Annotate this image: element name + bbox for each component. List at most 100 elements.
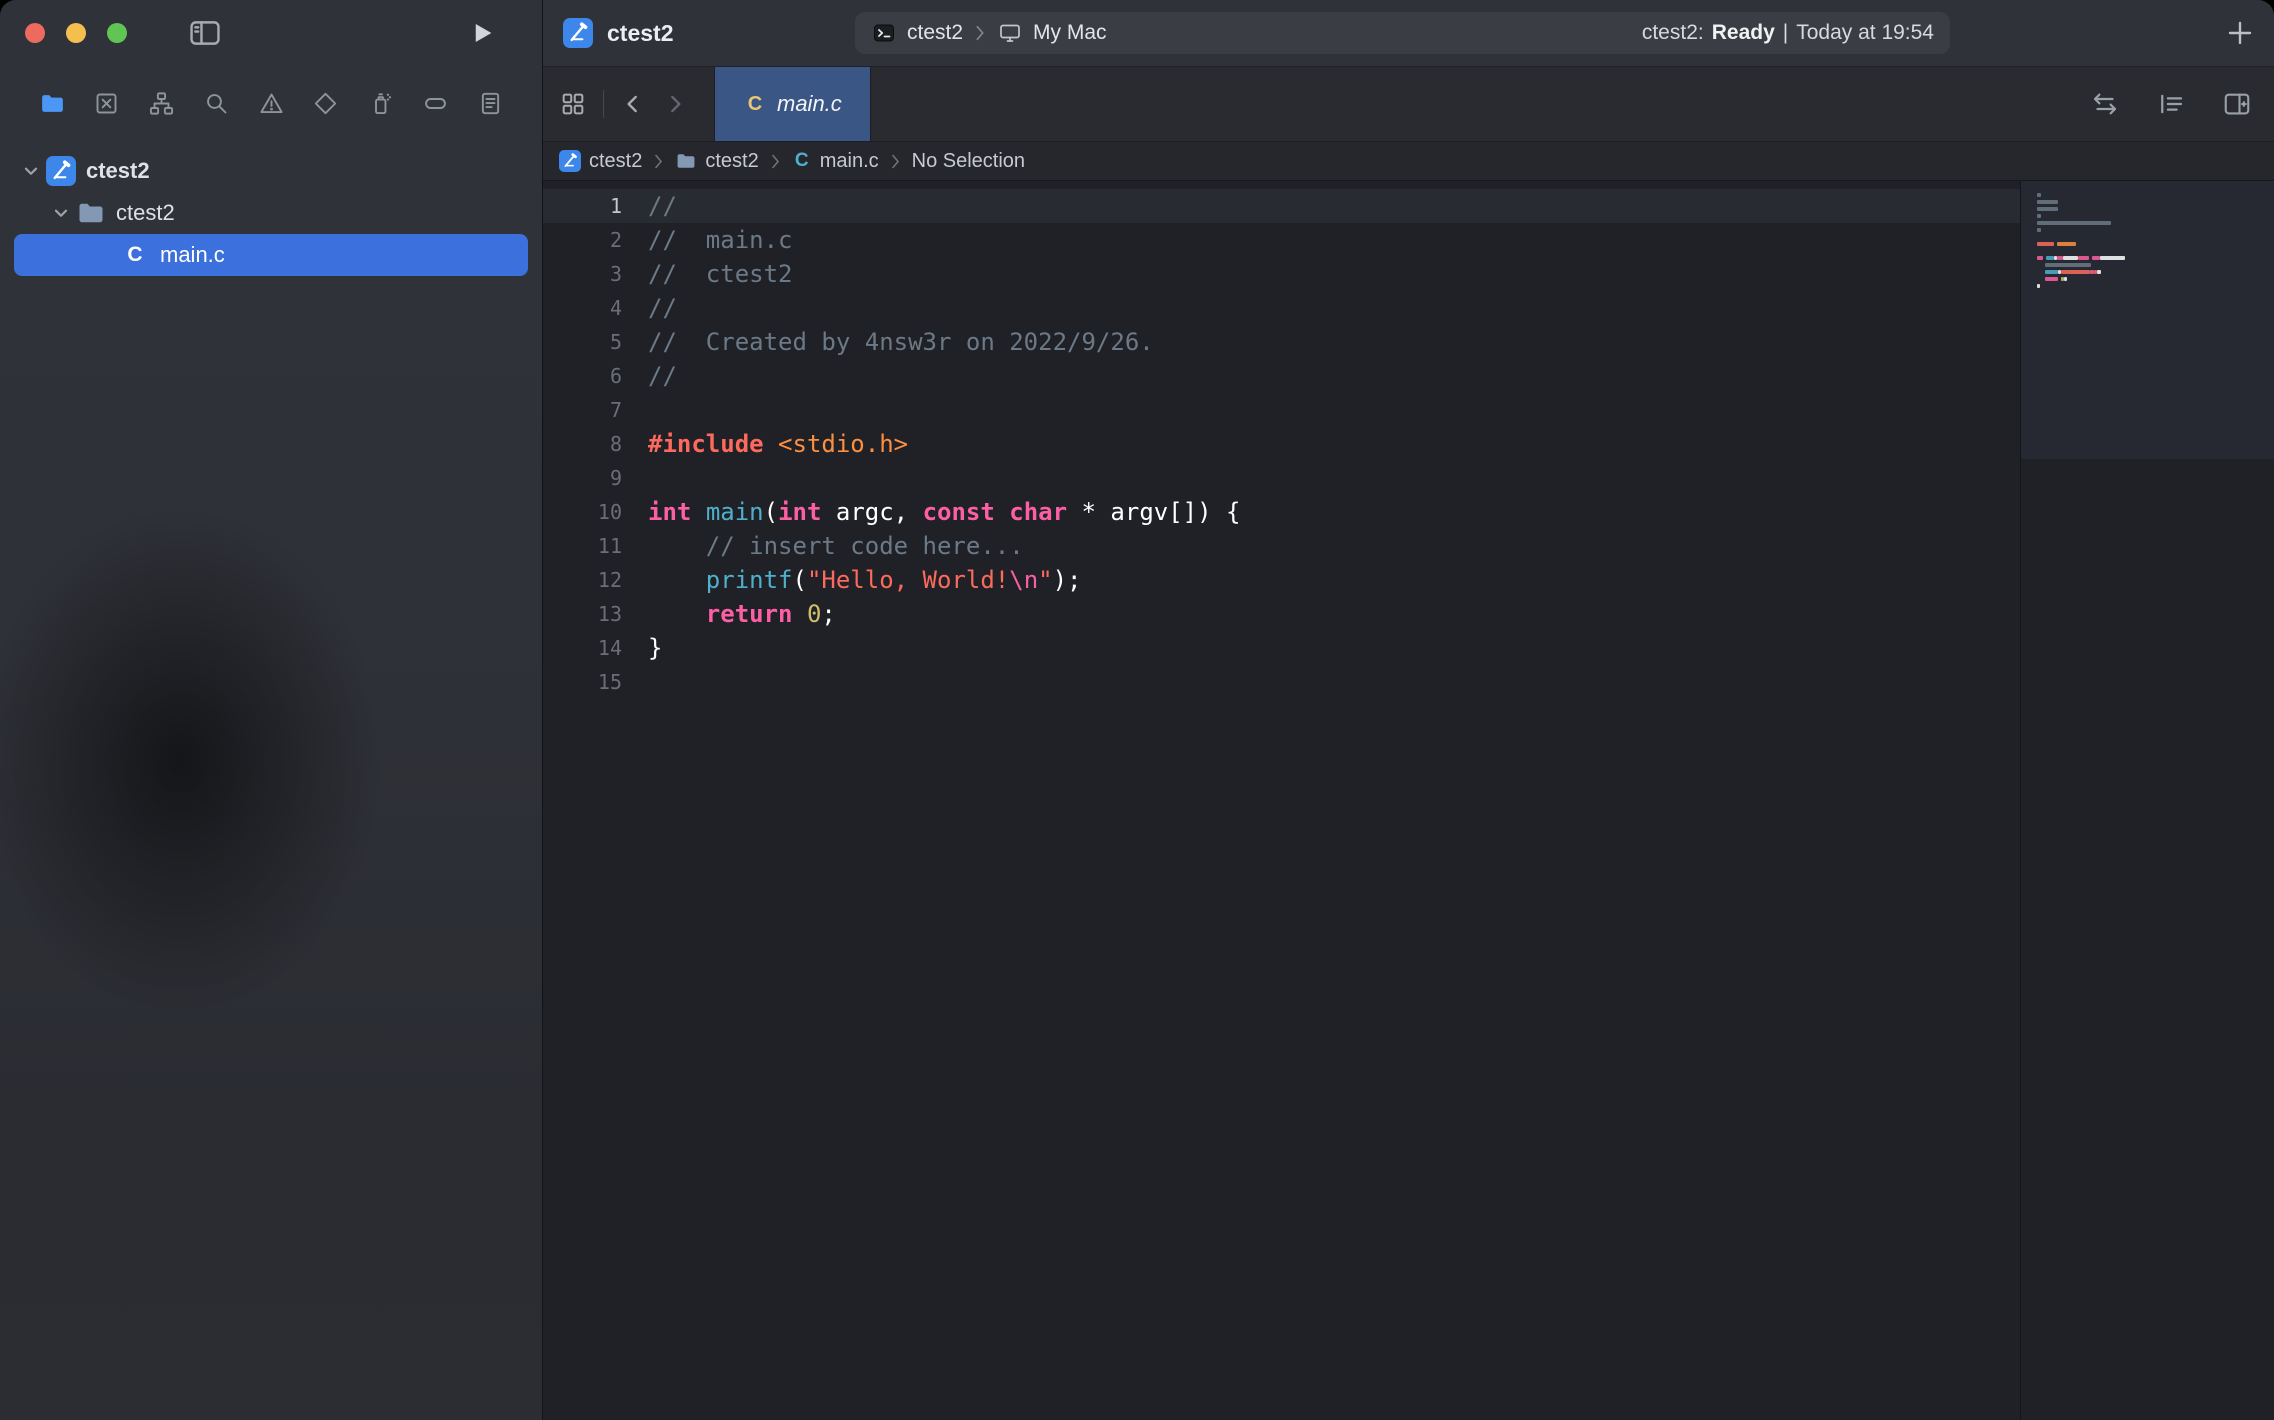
- breadcrumb-item-no-selection[interactable]: No Selection: [912, 150, 1025, 173]
- minimap[interactable]: [2020, 181, 2274, 1420]
- chevron-down-icon[interactable]: [50, 202, 76, 224]
- code-line-8[interactable]: 8#include <stdio.h>: [543, 427, 2020, 461]
- code-line-1[interactable]: 1//: [543, 189, 2020, 223]
- add-editor-split-icon[interactable]: [2222, 89, 2252, 119]
- run-button[interactable]: [467, 18, 497, 48]
- navigator-tab-source-control-navigator[interactable]: [91, 87, 123, 119]
- tree-item-label: ctest2: [116, 200, 175, 226]
- forward-chevron-icon[interactable]: [662, 91, 688, 117]
- main-area: ctest2 ctest2: [543, 0, 2274, 1420]
- minimap-line-7: [2037, 235, 2264, 239]
- code-line-text: // main.c: [622, 223, 793, 257]
- minimap-line-2: [2037, 200, 2264, 204]
- scheme-destination-label: My Mac: [1033, 21, 1107, 45]
- folder-icon: [39, 90, 66, 117]
- navigator-tab-debug-navigator[interactable]: [365, 87, 397, 119]
- activity-status[interactable]: ctest2: Ready | Today at 19:54: [1642, 21, 1934, 45]
- code-line-12[interactable]: 12 printf("Hello, World!\n");: [543, 563, 2020, 597]
- status-prefix: ctest2:: [1642, 21, 1704, 45]
- line-number[interactable]: 6: [543, 359, 622, 393]
- line-number[interactable]: 15: [543, 665, 622, 699]
- line-number[interactable]: 2: [543, 223, 622, 257]
- tab-label: main.c: [777, 91, 842, 117]
- code-line-text: // ctest2: [622, 257, 793, 291]
- scheme-selector[interactable]: ctest2 My Mac: [871, 21, 1107, 45]
- minimap-line-4: [2037, 214, 2264, 218]
- minimap-line-5: [2037, 221, 2264, 225]
- line-number[interactable]: 10: [543, 495, 622, 529]
- breadcrumb-label: ctest2: [589, 150, 642, 173]
- line-number[interactable]: 7: [543, 393, 622, 427]
- file-tree: ctest2 ctest2 Cmain.c: [0, 140, 542, 276]
- search-icon: [203, 90, 230, 117]
- code-line-10[interactable]: 10int main(int argc, const char * argv[]…: [543, 495, 2020, 529]
- code-line-9[interactable]: 9: [543, 461, 2020, 495]
- chevron-down-icon[interactable]: [20, 160, 46, 182]
- sidebar: ctest2 ctest2 Cmain.c: [0, 0, 543, 1420]
- diamond-icon: [312, 90, 339, 117]
- line-number[interactable]: 14: [543, 631, 622, 665]
- library-add-icon[interactable]: [2224, 17, 2256, 49]
- folder-icon: [76, 198, 106, 228]
- line-number[interactable]: 13: [543, 597, 622, 631]
- tree-item-main-c[interactable]: Cmain.c: [14, 234, 528, 276]
- navigator-tab-test-navigator[interactable]: [310, 87, 342, 119]
- minimap-line-11: [2037, 263, 2264, 267]
- minimize-button[interactable]: [66, 23, 86, 43]
- tree-item-ctest2[interactable]: ctest2: [0, 150, 542, 192]
- line-number[interactable]: 3: [543, 257, 622, 291]
- code-line-text: int main(int argc, const char * argv[]) …: [622, 495, 1240, 529]
- line-number[interactable]: 5: [543, 325, 622, 359]
- code-line-14[interactable]: 14}: [543, 631, 2020, 665]
- tree-item-ctest2[interactable]: ctest2: [0, 192, 542, 234]
- code-line-13[interactable]: 13 return 0;: [543, 597, 2020, 631]
- editor-options-lines-icon[interactable]: [2156, 89, 2186, 119]
- minimap-line-8: [2037, 242, 2264, 246]
- zoom-button[interactable]: [107, 23, 127, 43]
- close-button[interactable]: [25, 23, 45, 43]
- line-number[interactable]: 4: [543, 291, 622, 325]
- code-line-text: }: [622, 631, 662, 665]
- breadcrumb-item-ctest2[interactable]: ctest2: [559, 150, 642, 173]
- toolbar: ctest2 ctest2: [543, 0, 2274, 67]
- editor-tab-bar: C main.c: [543, 67, 2274, 142]
- minimap-line-1: [2037, 193, 2264, 197]
- related-items-grid-icon[interactable]: [559, 90, 587, 118]
- chevron-right-icon: [769, 153, 782, 170]
- navigator-tab-report-navigator[interactable]: [474, 87, 506, 119]
- minimap-line-13: [2037, 277, 2264, 281]
- breadcrumb-item-main-c[interactable]: Cmain.c: [792, 150, 879, 173]
- line-number[interactable]: 11: [543, 529, 622, 563]
- code-area[interactable]: 1//2// main.c3// ctest24//5// Created by…: [543, 181, 2020, 1420]
- tab-main-c[interactable]: C main.c: [714, 67, 871, 141]
- c-file-icon: C: [120, 243, 150, 267]
- code-line-text: #include <stdio.h>: [622, 427, 908, 461]
- navigator-tab-project-navigator[interactable]: [36, 87, 68, 119]
- sidebar-toggle-icon[interactable]: [188, 18, 222, 48]
- navigator-tab-breakpoint-navigator[interactable]: [419, 87, 451, 119]
- code-line-11[interactable]: 11 // insert code here...: [543, 529, 2020, 563]
- code-line-text: [622, 461, 648, 495]
- code-line-7[interactable]: 7: [543, 393, 2020, 427]
- mac-display-icon: [997, 21, 1023, 45]
- back-chevron-icon[interactable]: [620, 91, 646, 117]
- code-line-2[interactable]: 2// main.c: [543, 223, 2020, 257]
- terminal-target-icon: [871, 21, 897, 45]
- line-number[interactable]: 1: [543, 189, 622, 223]
- folder-icon: [675, 150, 697, 172]
- code-review-swap-icon[interactable]: [2090, 89, 2120, 119]
- code-line-3[interactable]: 3// ctest2: [543, 257, 2020, 291]
- navigator-tab-bar: [0, 66, 542, 140]
- code-line-5[interactable]: 5// Created by 4nsw3r on 2022/9/26.: [543, 325, 2020, 359]
- navigator-tab-issue-navigator[interactable]: [255, 87, 287, 119]
- code-line-6[interactable]: 6//: [543, 359, 2020, 393]
- line-number[interactable]: 9: [543, 461, 622, 495]
- breadcrumb-item-ctest2[interactable]: ctest2: [675, 150, 758, 173]
- code-line-4[interactable]: 4//: [543, 291, 2020, 325]
- navigator-tab-symbol-navigator[interactable]: [146, 87, 178, 119]
- line-number[interactable]: 8: [543, 427, 622, 461]
- code-line-15[interactable]: 15: [543, 665, 2020, 699]
- x-square-icon: [93, 90, 120, 117]
- line-number[interactable]: 12: [543, 563, 622, 597]
- navigator-tab-find-navigator[interactable]: [200, 87, 232, 119]
